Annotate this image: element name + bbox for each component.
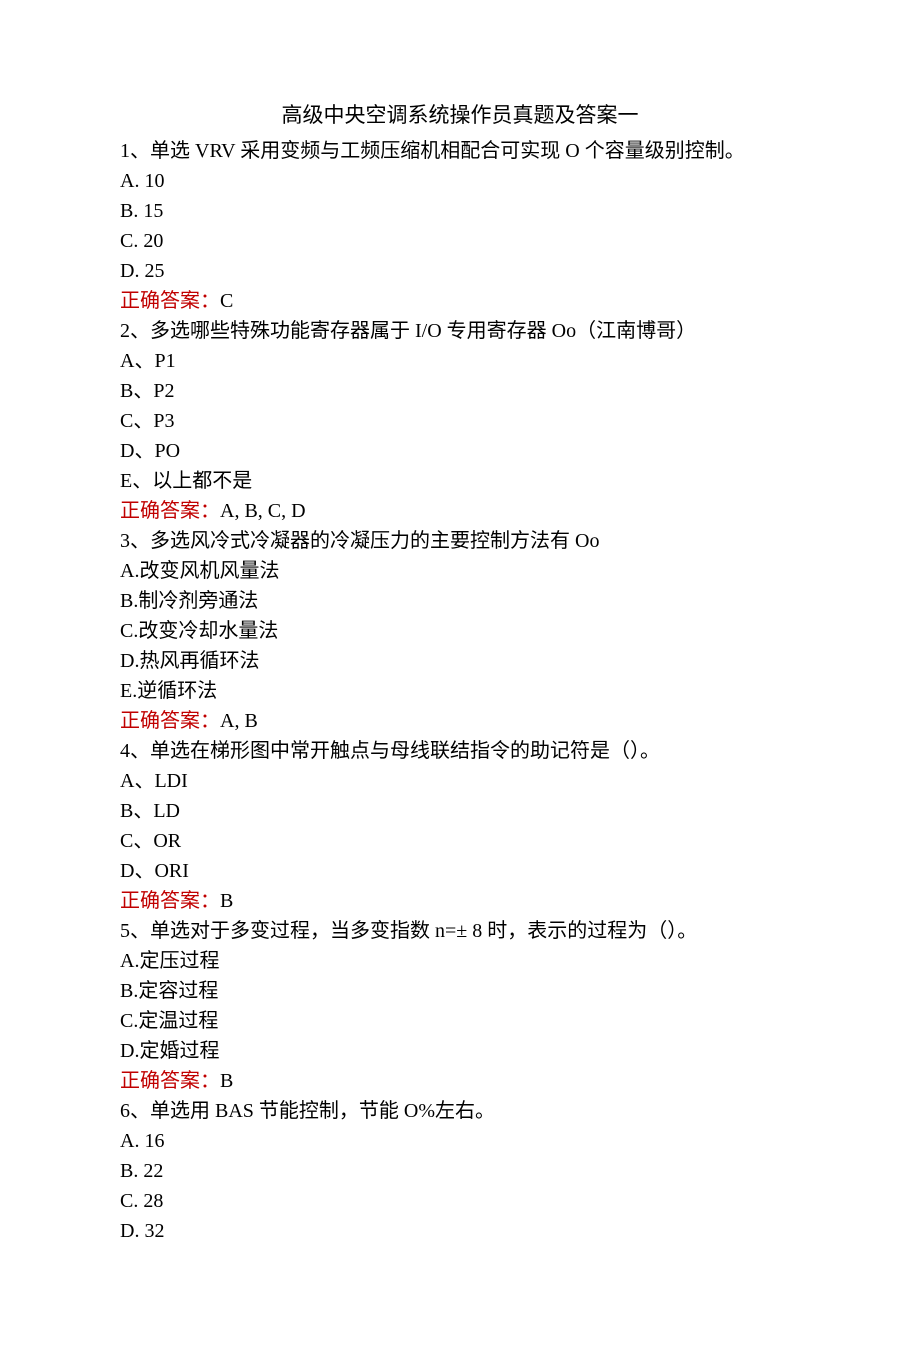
question-option: A. 16 (120, 1126, 800, 1156)
question-option: B.定容过程 (120, 976, 800, 1006)
answer-line: 正确答案：B (120, 1066, 800, 1096)
answer-value: C (220, 290, 233, 312)
question-prompt: 5、单选对于多变过程，当多变指数 n=± 8 时，表示的过程为（）。 (120, 916, 800, 946)
question-option: E.逆循环法 (120, 676, 800, 706)
question-option: D、ORI (120, 856, 800, 886)
answer-label: 正确答案： (120, 710, 220, 732)
answer-label: 正确答案： (120, 290, 220, 312)
question-option: D、PO (120, 436, 800, 466)
question-block: 5、单选对于多变过程，当多变指数 n=± 8 时，表示的过程为（）。A.定压过程… (120, 916, 800, 1096)
answer-label: 正确答案： (120, 1070, 220, 1092)
question-prompt: 2、多选哪些特殊功能寄存器属于 I/O 专用寄存器 Oo（江南博哥） (120, 316, 800, 346)
question-option: B. 22 (120, 1156, 800, 1186)
answer-value: B (220, 890, 233, 912)
question-option: B、LD (120, 796, 800, 826)
answer-label: 正确答案： (120, 890, 220, 912)
question-option: A、LDI (120, 766, 800, 796)
question-prompt: 1、单选 VRV 采用变频与工频压缩机相配合可实现 O 个容量级别控制。 (120, 136, 800, 166)
question-option: B.制冷剂旁通法 (120, 586, 800, 616)
answer-value: B (220, 1070, 233, 1092)
answer-label: 正确答案： (120, 500, 220, 522)
question-option: B. 15 (120, 196, 800, 226)
question-option: C、OR (120, 826, 800, 856)
question-option: A.定压过程 (120, 946, 800, 976)
question-option: D. 32 (120, 1216, 800, 1246)
question-block: 6、单选用 BAS 节能控制，节能 O%左右。A. 16B. 22C. 28D.… (120, 1096, 800, 1246)
question-prompt: 4、单选在梯形图中常开触点与母线联结指令的助记符是（）。 (120, 736, 800, 766)
question-option: C. 20 (120, 226, 800, 256)
answer-line: 正确答案：C (120, 286, 800, 316)
question-option: B、P2 (120, 376, 800, 406)
question-option: C. 28 (120, 1186, 800, 1216)
question-option: A、P1 (120, 346, 800, 376)
question-option: A. 10 (120, 166, 800, 196)
question-prompt: 3、多选风冷式冷凝器的冷凝压力的主要控制方法有 Oo (120, 526, 800, 556)
question-option: C.改变冷却水量法 (120, 616, 800, 646)
answer-value: A, B, C, D (220, 500, 306, 522)
answer-line: 正确答案：A, B, C, D (120, 496, 800, 526)
question-block: 3、多选风冷式冷凝器的冷凝压力的主要控制方法有 OoA.改变风机风量法B.制冷剂… (120, 526, 800, 736)
answer-line: 正确答案：B (120, 886, 800, 916)
question-option: A.改变风机风量法 (120, 556, 800, 586)
question-block: 2、多选哪些特殊功能寄存器属于 I/O 专用寄存器 Oo（江南博哥）A、P1B、… (120, 316, 800, 526)
question-option: D.热风再循环法 (120, 646, 800, 676)
question-block: 1、单选 VRV 采用变频与工频压缩机相配合可实现 O 个容量级别控制。A. 1… (120, 136, 800, 316)
question-prompt: 6、单选用 BAS 节能控制，节能 O%左右。 (120, 1096, 800, 1126)
question-option: C.定温过程 (120, 1006, 800, 1036)
question-option: D. 25 (120, 256, 800, 286)
question-option: C、P3 (120, 406, 800, 436)
question-option: E、以上都不是 (120, 466, 800, 496)
answer-value: A, B (220, 710, 258, 732)
question-block: 4、单选在梯形图中常开触点与母线联结指令的助记符是（）。A、LDIB、LDC、O… (120, 736, 800, 916)
questions-container: 1、单选 VRV 采用变频与工频压缩机相配合可实现 O 个容量级别控制。A. 1… (120, 136, 800, 1246)
question-option: D.定婚过程 (120, 1036, 800, 1066)
page-title: 高级中央空调系统操作员真题及答案一 (120, 100, 800, 132)
answer-line: 正确答案：A, B (120, 706, 800, 736)
